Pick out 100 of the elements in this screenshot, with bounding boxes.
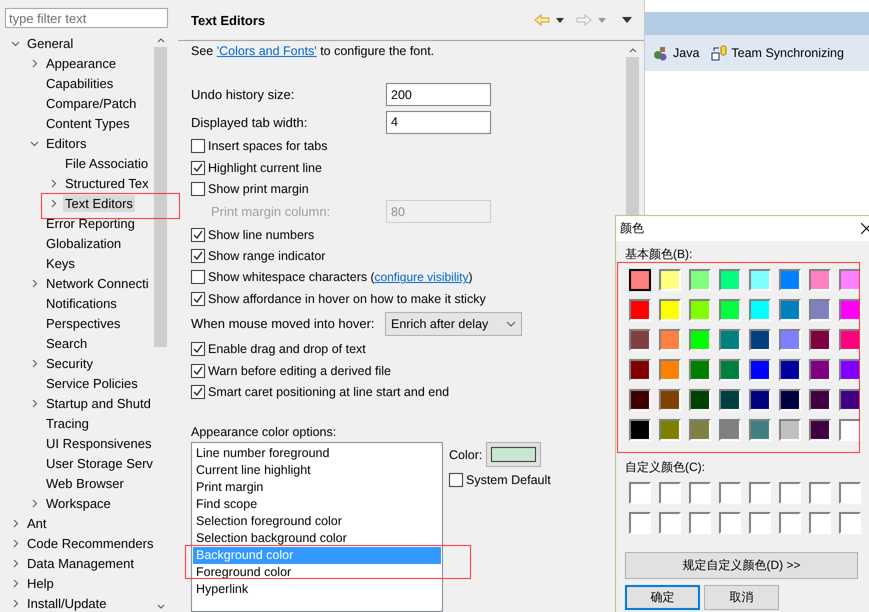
list-item[interactable]: Selection foreground color xyxy=(193,513,441,530)
tree-item[interactable]: Appearance xyxy=(44,54,118,72)
dropdown[interactable]: Enrich after delay xyxy=(385,312,522,336)
custom-color-slot[interactable] xyxy=(719,482,741,504)
color-swatch[interactable] xyxy=(809,359,831,381)
custom-color-slot[interactable] xyxy=(779,482,801,504)
color-swatch[interactable] xyxy=(629,269,651,291)
custom-color-slot[interactable] xyxy=(749,482,771,504)
tree-item[interactable]: Notifications xyxy=(44,294,119,312)
tree-item[interactable]: UI Responsivenes xyxy=(44,434,154,452)
tree-item[interactable]: Keys xyxy=(44,254,77,272)
tree-item[interactable]: Service Policies xyxy=(44,374,140,392)
checkbox[interactable]: Show print margin xyxy=(191,182,309,196)
color-swatch[interactable] xyxy=(689,299,711,321)
custom-color-slot[interactable] xyxy=(839,512,861,534)
configure-link[interactable]: configure visibility xyxy=(374,270,468,284)
dialog-button[interactable]: 确定 xyxy=(625,585,700,610)
dialog-button[interactable]: 取消 xyxy=(704,585,779,610)
tree-item[interactable]: Network Connecti xyxy=(44,274,151,292)
color-swatch[interactable] xyxy=(719,299,741,321)
custom-color-slot[interactable] xyxy=(809,512,831,534)
tree-item[interactable]: Security xyxy=(44,354,95,372)
color-swatch[interactable] xyxy=(809,269,831,291)
color-swatch[interactable] xyxy=(659,269,681,291)
chevron-right-icon[interactable] xyxy=(49,198,58,208)
checkbox[interactable]: System Default xyxy=(449,473,551,488)
tree-item[interactable]: Error Reporting xyxy=(44,214,137,232)
color-swatch[interactable] xyxy=(719,389,741,411)
filter-field[interactable]: type filter text xyxy=(5,8,168,28)
tree-item[interactable]: Help xyxy=(25,574,56,592)
color-swatch[interactable] xyxy=(809,299,831,321)
color-swatch[interactable] xyxy=(749,389,771,411)
color-swatch[interactable] xyxy=(719,419,741,441)
color-swatch[interactable] xyxy=(659,329,681,351)
tree-item[interactable]: Data Management xyxy=(25,554,136,572)
list-item[interactable]: Find scope xyxy=(193,496,441,514)
perspective-button[interactable]: Team Synchronizing xyxy=(711,45,844,61)
color-swatch[interactable] xyxy=(839,389,861,411)
custom-color-slot[interactable] xyxy=(839,482,861,504)
perspective-button[interactable]: Java xyxy=(653,45,700,61)
color-swatch[interactable] xyxy=(659,299,681,321)
color-swatch[interactable] xyxy=(659,389,681,411)
color-swatch[interactable] xyxy=(839,359,861,381)
chevron-right-icon[interactable] xyxy=(30,398,39,408)
chevron-right-icon[interactable] xyxy=(30,498,39,508)
tree-item[interactable]: File Associatio xyxy=(63,154,150,172)
color-swatch[interactable] xyxy=(779,359,801,381)
tree-item[interactable]: Globalization xyxy=(44,234,124,252)
color-swatch[interactable] xyxy=(839,419,861,441)
chevron-down-icon[interactable] xyxy=(11,38,20,48)
scroll-up-icon[interactable] xyxy=(628,47,636,53)
color-swatch[interactable] xyxy=(779,299,801,321)
custom-color-slot[interactable] xyxy=(659,482,681,504)
chevron-right-icon[interactable] xyxy=(30,278,39,288)
custom-color-slot[interactable] xyxy=(689,512,711,534)
custom-color-slot[interactable] xyxy=(629,512,651,534)
color-picker-button[interactable] xyxy=(486,442,542,468)
close-icon[interactable] xyxy=(861,223,869,234)
color-swatch[interactable] xyxy=(779,419,801,441)
checkbox[interactable]: Warn before editing a derived file xyxy=(191,364,391,378)
color-swatch[interactable] xyxy=(689,419,711,441)
tree-item[interactable]: Compare/Patch xyxy=(44,94,138,112)
tree-item[interactable]: Content Types xyxy=(44,114,132,132)
color-swatch[interactable] xyxy=(749,299,771,321)
tree-item[interactable]: Perspectives xyxy=(44,314,122,332)
checkbox[interactable]: Smart caret positioning at line start and end xyxy=(191,384,450,399)
chevron-right-icon[interactable] xyxy=(30,358,39,368)
tree-item[interactable]: General xyxy=(25,34,76,52)
color-swatch[interactable] xyxy=(689,389,711,411)
checkbox[interactable]: Insert spaces for tabs xyxy=(191,139,328,154)
color-swatch[interactable] xyxy=(689,329,711,351)
list-item[interactable]: Foreground color xyxy=(193,564,441,582)
color-swatch[interactable] xyxy=(809,329,831,351)
color-swatch[interactable] xyxy=(629,389,651,411)
tree-item[interactable]: Search xyxy=(44,334,90,352)
color-swatch[interactable] xyxy=(689,359,711,381)
color-swatch[interactable] xyxy=(779,389,801,411)
color-swatch[interactable] xyxy=(839,299,861,321)
dropdown-arrow-icon[interactable] xyxy=(556,18,564,22)
color-swatch[interactable] xyxy=(749,329,771,351)
chevron-right-icon[interactable] xyxy=(49,178,58,188)
chevron-right-icon[interactable] xyxy=(30,58,39,68)
tree-item[interactable]: Tracing xyxy=(44,414,91,432)
list-item[interactable]: Current line highlight xyxy=(193,462,441,480)
tree-item[interactable]: Text Editors xyxy=(63,194,135,212)
tree-item[interactable]: Structured Tex xyxy=(63,174,151,192)
color-swatch[interactable] xyxy=(749,419,771,441)
list-item[interactable]: Line number foreground xyxy=(193,445,441,462)
color-swatch[interactable] xyxy=(629,299,651,321)
chevron-right-icon[interactable] xyxy=(11,578,20,588)
color-swatch[interactable] xyxy=(659,419,681,441)
color-swatch[interactable] xyxy=(749,269,771,291)
chevron-right-icon[interactable] xyxy=(11,538,20,548)
checkbox[interactable]: Show line numbers xyxy=(191,228,314,242)
define-custom-colors-button[interactable]: 规定自定义颜色(D) >> xyxy=(625,552,858,579)
color-swatch[interactable] xyxy=(809,419,831,441)
chevron-right-icon[interactable] xyxy=(11,518,20,528)
color-swatch[interactable] xyxy=(629,359,651,381)
color-options-list[interactable]: Line number foreground Current line highlight Print margin Find scope Selection foreground color Selection background color Background color Foreground color Hyperlink xyxy=(191,442,443,612)
checkbox[interactable]: Enable drag and drop of text xyxy=(191,342,366,356)
